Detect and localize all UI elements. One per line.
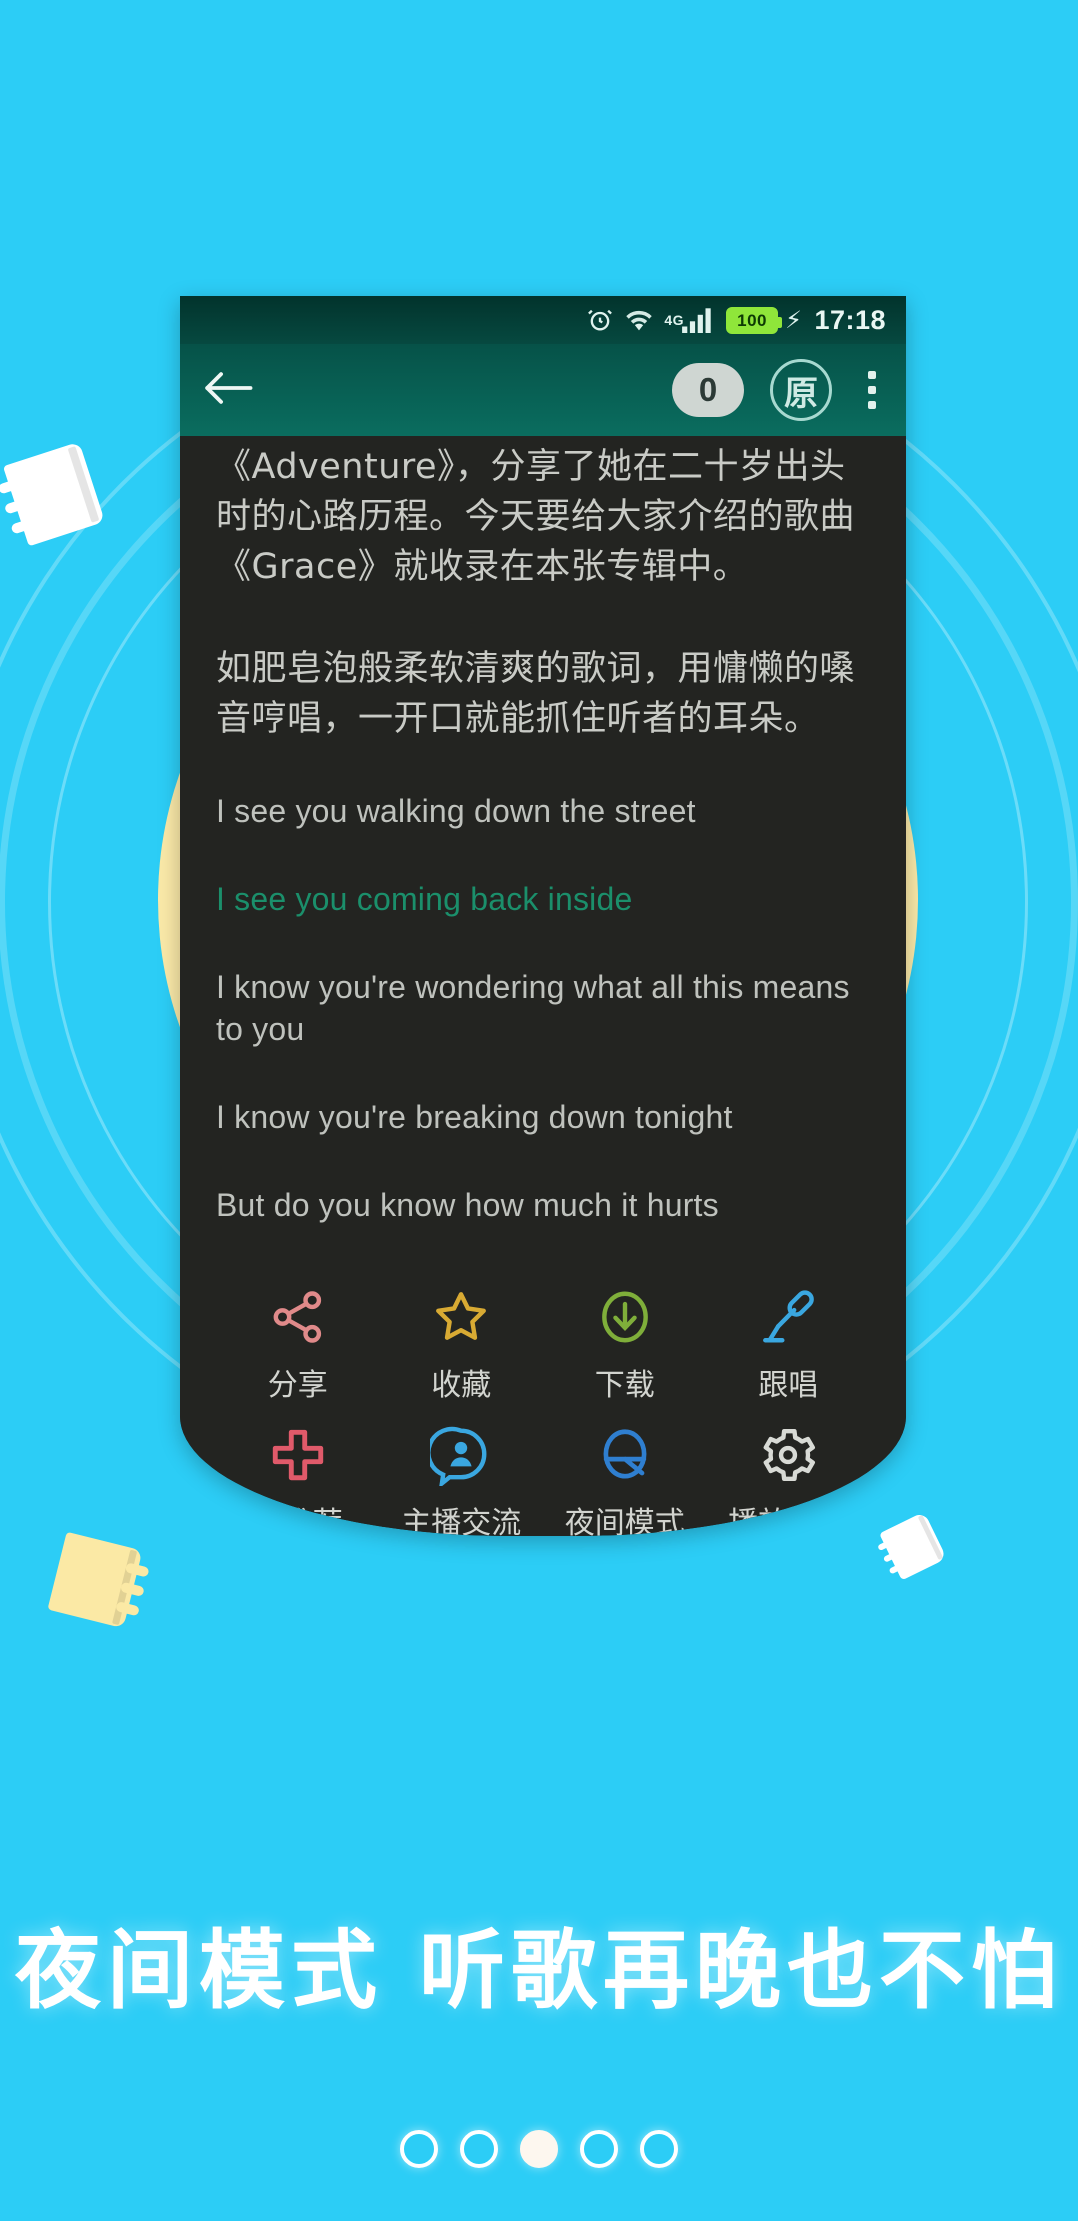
- phone-screenshot: 4G 100 ⚡ 17:18 0 原 《Adventure》，分享了她在二十岁出…: [180, 296, 906, 1536]
- page-dot-4[interactable]: [580, 2130, 618, 2168]
- status-bar: 4G 100 ⚡ 17:18: [180, 296, 906, 344]
- page-dot-1[interactable]: [400, 2130, 438, 2168]
- charging-bolt-icon: ⚡: [785, 306, 803, 334]
- action-grid: 分享 收藏 下载 跟唱 来推荐 主播交流 夜间模式 播放设置: [216, 1284, 870, 1536]
- action-label: 夜间模式: [564, 1506, 685, 1536]
- page-dot-2[interactable]: [460, 2130, 498, 2168]
- wifi-icon: [623, 307, 655, 333]
- action-night-mode[interactable]: 夜间模式: [543, 1422, 707, 1536]
- notebook-icon-bottom-left: [47, 1531, 150, 1629]
- action-label: 分享: [267, 1368, 328, 1403]
- plus-icon: [267, 1422, 329, 1488]
- action-playback-settings[interactable]: 播放设置: [707, 1422, 871, 1536]
- action-label: 播放设置: [728, 1506, 849, 1536]
- kebab-menu-icon[interactable]: [860, 367, 884, 413]
- back-arrow-icon[interactable]: [202, 368, 254, 413]
- action-label: 下载: [594, 1368, 655, 1403]
- slide-headline: 夜间模式 听歌再晚也不怕: [15, 1921, 1063, 2021]
- action-label: 来推荐: [252, 1506, 343, 1536]
- action-favorite[interactable]: 收藏: [380, 1284, 544, 1404]
- action-share[interactable]: 分享: [216, 1284, 380, 1404]
- original-text-button[interactable]: 原: [770, 359, 832, 421]
- share-icon: [267, 1284, 329, 1350]
- lyric-line: But do you know how much it hurts: [216, 1187, 719, 1223]
- action-recommend[interactable]: 来推荐: [216, 1422, 380, 1536]
- article-body: 《Adventure》，分享了她在二十岁出头时的心路历程。今天要给大家介绍的歌曲…: [180, 436, 906, 1536]
- action-label: 主播交流: [401, 1506, 522, 1536]
- lyric-line: I know you're wondering what all this me…: [216, 969, 850, 1047]
- app-toolbar: 0 原: [180, 344, 906, 436]
- alarm-clock-icon: [586, 306, 614, 334]
- microphone-icon: [757, 1284, 819, 1350]
- article-paragraph: 《Adventure》，分享了她在二十岁出头时的心路历程。今天要给大家介绍的歌曲…: [216, 447, 856, 587]
- star-icon: [430, 1284, 492, 1350]
- lyric-line-active: I see you coming back inside: [216, 881, 633, 917]
- article-paragraph: 如肥皂泡般柔软清爽的歌词，用慵懒的嗓音哼唱，一开口就能抓住听者的耳朵。: [216, 649, 856, 739]
- status-clock: 17:18: [814, 304, 886, 335]
- battery-indicator: 100: [726, 306, 783, 334]
- lyric-line: I know you're breaking down tonight: [216, 1099, 733, 1135]
- battery-level-label: 100: [737, 310, 768, 330]
- page-indicator[interactable]: [0, 2130, 1078, 2168]
- action-label: 收藏: [431, 1368, 492, 1403]
- download-icon: [594, 1284, 656, 1350]
- lyric-line: I see you walking down the street: [216, 793, 696, 829]
- page-dot-3-active[interactable]: [520, 2130, 558, 2168]
- action-download[interactable]: 下载: [543, 1284, 707, 1404]
- host-chat-icon: [430, 1422, 492, 1488]
- night-mode-icon: [594, 1422, 656, 1488]
- page-dot-5[interactable]: [640, 2130, 678, 2168]
- action-host-chat[interactable]: 主播交流: [380, 1422, 544, 1536]
- action-sing-along[interactable]: 跟唱: [707, 1284, 871, 1404]
- comment-count-badge[interactable]: 0: [672, 363, 744, 417]
- signal-bars-icon: 4G: [664, 307, 717, 333]
- action-label: 跟唱: [758, 1368, 819, 1403]
- notebook-icon-top-left: [0, 441, 106, 547]
- gear-icon: [757, 1422, 819, 1488]
- onboarding-slide: 4G 100 ⚡ 17:18 0 原 《Adventure》，分享了她在二十岁出…: [0, 0, 1078, 2221]
